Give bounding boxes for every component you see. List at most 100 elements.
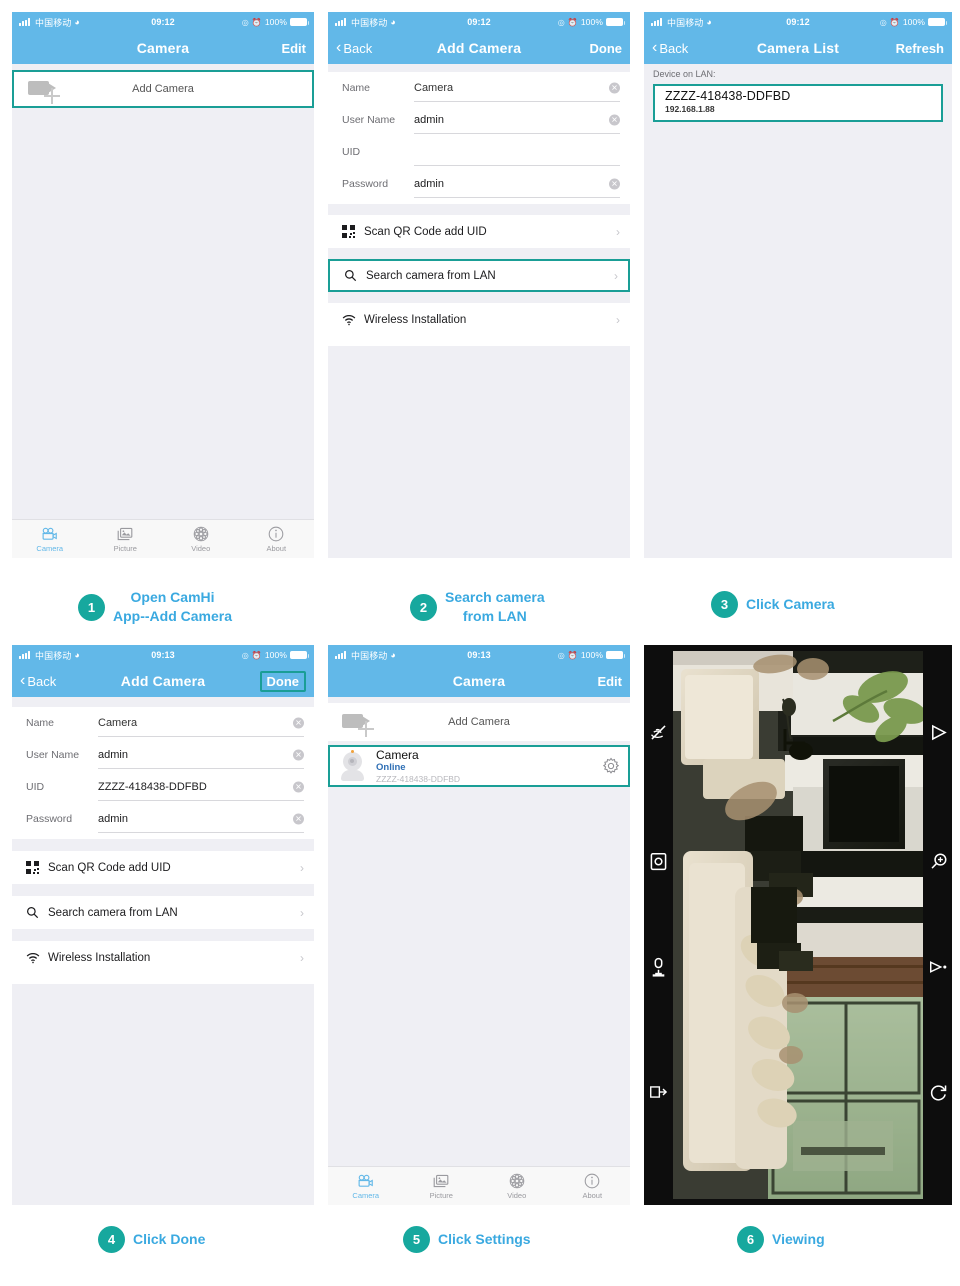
back-label: Back: [343, 40, 373, 56]
tab-camera[interactable]: Camera: [12, 525, 88, 553]
uid-label: UID: [342, 146, 361, 158]
camera-meta: Camera Online ZZZZ-418438-DDFBD: [376, 748, 460, 785]
nav-bar: ‹ Back Add Camera Done: [12, 665, 314, 697]
menu-search-lan-label: Search camera from LAN: [48, 906, 178, 919]
done-button[interactable]: Done: [590, 41, 623, 56]
carrier-label: 中国移动: [351, 650, 388, 661]
clear-icon[interactable]: ✕: [293, 749, 304, 760]
tab-about-label: About: [582, 1191, 603, 1200]
tab-about[interactable]: About: [555, 1172, 631, 1200]
clear-icon[interactable]: ✕: [609, 114, 620, 125]
status-bar-left: 中国移动 ◕: [335, 649, 396, 662]
tab-video[interactable]: Video: [163, 525, 239, 553]
status-bar: 中国移动 ◕ 09:12 ◎ ⏰ 100%: [644, 12, 952, 32]
tab-camera[interactable]: Camera: [328, 1172, 404, 1200]
name-field[interactable]: Camera ✕: [98, 710, 304, 737]
uid-value: ZZZZ-418438-DDFBD: [98, 780, 207, 793]
record-icon[interactable]: [927, 956, 949, 978]
menu-search-lan[interactable]: Search camera from LAN ›: [328, 259, 630, 292]
uid-field[interactable]: ZZZZ-418438-DDFBD ✕: [98, 774, 304, 801]
step-text: Open CamHi App--Add Camera: [113, 588, 232, 626]
device-list-item[interactable]: ZZZZ-418438-DDFBD 192.168.1.88: [653, 84, 943, 122]
menu-wireless-install[interactable]: Wireless Installation ›: [12, 941, 314, 974]
clear-icon[interactable]: ✕: [293, 813, 304, 824]
rotate-icon[interactable]: [927, 1081, 949, 1103]
nav-bar: Camera Edit: [328, 665, 630, 697]
back-label: Back: [659, 40, 689, 56]
add-camera-row[interactable]: Add Camera: [12, 70, 314, 108]
step-caption-5: 5 Click Settings: [403, 1226, 531, 1253]
gear-icon[interactable]: [602, 757, 620, 775]
carrier-label: 中国移动: [667, 17, 704, 28]
form-row-name: Name Camera ✕: [12, 707, 314, 739]
clear-icon[interactable]: ✕: [293, 717, 304, 728]
spacer: [328, 64, 630, 72]
username-value: admin: [98, 748, 128, 761]
mute-audio-icon[interactable]: [647, 721, 669, 743]
snapshot-icon[interactable]: [647, 850, 669, 872]
device-uid: ZZZZ-418438-DDFBD: [665, 89, 791, 103]
alarm-clock-icon: ⏰: [889, 17, 900, 27]
device-list: ZZZZ-418438-DDFBD 192.168.1.88: [644, 84, 952, 122]
username-field[interactable]: admin ✕: [98, 742, 304, 769]
tab-picture[interactable]: Picture: [404, 1172, 480, 1200]
username-field[interactable]: admin ✕: [414, 107, 620, 134]
location-arrow-icon: ◎: [557, 650, 565, 660]
menu-scan-qr-label: Scan QR Code add UID: [364, 225, 487, 238]
back-button[interactable]: ‹ Back: [20, 673, 56, 689]
edit-button[interactable]: Edit: [597, 674, 622, 689]
password-field[interactable]: admin ✕: [98, 806, 304, 833]
add-camera-row[interactable]: Add Camera: [328, 703, 630, 741]
clear-icon[interactable]: ✕: [609, 82, 620, 93]
spacer: [12, 697, 314, 707]
username-label: User Name: [26, 749, 80, 761]
clear-icon[interactable]: ✕: [293, 781, 304, 792]
phone-screen-1: 中国移动 ◕ 09:12 ◎ ⏰ 100% Camera Edit Add Ca…: [12, 12, 314, 558]
done-button[interactable]: Done: [259, 670, 306, 692]
form-row-uid: UID: [328, 136, 630, 168]
tab-video[interactable]: Video: [479, 1172, 555, 1200]
step-badge: 1: [78, 593, 105, 621]
tutorial-grid: 中国移动 ◕ 09:12 ◎ ⏰ 100% Camera Edit Add Ca…: [0, 0, 960, 1286]
name-field[interactable]: Camera ✕: [414, 75, 620, 102]
step-line-1: Open CamHi: [130, 589, 215, 605]
spacer: [12, 108, 314, 116]
menu-scan-qr[interactable]: Scan QR Code add UID ›: [12, 851, 314, 884]
step-badge: 3: [711, 591, 738, 618]
tab-about-label: About: [266, 544, 287, 553]
menu-wireless-install[interactable]: Wireless Installation ›: [328, 303, 630, 336]
chevron-right-icon: ›: [614, 268, 618, 283]
menu-scan-qr[interactable]: Scan QR Code add UID ›: [328, 215, 630, 248]
carrier-label: 中国移动: [35, 17, 72, 28]
search-icon: [26, 906, 48, 919]
spacer: [12, 929, 314, 941]
microphone-icon[interactable]: [647, 956, 669, 978]
fullscreen-exit-icon[interactable]: [647, 1081, 669, 1103]
refresh-button[interactable]: Refresh: [896, 41, 944, 56]
battery-icon: [606, 651, 625, 659]
tab-picture[interactable]: Picture: [88, 525, 164, 553]
clear-icon[interactable]: ✕: [609, 178, 620, 189]
edit-button[interactable]: Edit: [281, 41, 306, 56]
camera-list-item[interactable]: Camera Online ZZZZ-418438-DDFBD: [328, 745, 630, 787]
tab-about[interactable]: About: [239, 525, 315, 553]
battery-percent-label: 100%: [580, 650, 603, 660]
carrier-label: 中国移动: [351, 17, 388, 28]
back-button[interactable]: ‹ Back: [336, 40, 372, 56]
step-caption-2: 2 Search camera from LAN: [410, 588, 545, 626]
spacer: [12, 884, 314, 896]
zoom-in-icon[interactable]: [927, 850, 949, 872]
wifi-icon: ◕: [390, 17, 396, 27]
uid-field[interactable]: [414, 139, 620, 166]
menu-search-lan[interactable]: Search camera from LAN ›: [12, 896, 314, 929]
back-button[interactable]: ‹ Back: [652, 40, 688, 56]
step-caption-4: 4 Click Done: [98, 1226, 205, 1253]
wifi-icon: [26, 952, 48, 964]
add-camera-form: Name Camera ✕ User Name admin ✕ UID ZZZZ…: [12, 707, 314, 839]
password-field[interactable]: admin ✕: [414, 171, 620, 198]
play-icon[interactable]: [927, 721, 949, 743]
info-circle-icon: [584, 1172, 600, 1189]
tab-video-label: Video: [191, 544, 211, 553]
username-value: admin: [414, 113, 444, 126]
step-text: Click Done: [133, 1230, 205, 1249]
